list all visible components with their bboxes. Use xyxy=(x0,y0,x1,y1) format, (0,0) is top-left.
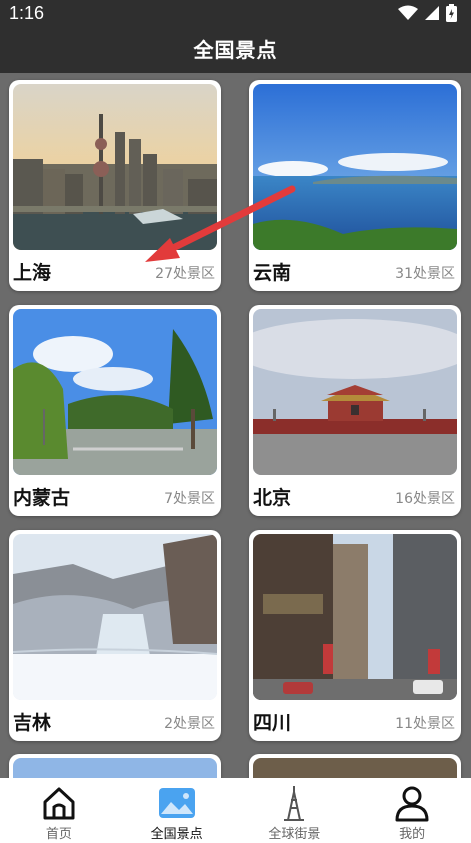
nav-label: 全球街景 xyxy=(268,827,321,842)
nav-global-street-view[interactable]: 全球街景 xyxy=(236,778,354,843)
bottom-nav: 首页 全国景点 全球街景 我的 xyxy=(0,778,471,843)
tower-icon xyxy=(284,786,305,821)
region-image-partial xyxy=(253,758,457,778)
home-icon xyxy=(43,787,75,820)
region-card-partial[interactable] xyxy=(9,754,221,778)
status-icons xyxy=(398,4,457,22)
region-image-shanghai xyxy=(13,84,217,250)
region-image-partial xyxy=(13,758,217,778)
region-card-jilin[interactable]: 吉林 2处景区 xyxy=(9,530,221,741)
region-count: 31处景区 xyxy=(395,266,455,282)
region-count: 7处景区 xyxy=(164,491,215,507)
region-grid[interactable]: 上海 27处景区 云南 31处景区 内蒙古 7处景区 北京 16处景区 吉林 2… xyxy=(0,73,471,778)
region-name: 四川 xyxy=(253,712,292,734)
status-time: 1:16 xyxy=(9,3,45,23)
nav-mine[interactable]: 我的 xyxy=(353,778,471,843)
region-count: 27处景区 xyxy=(155,266,215,282)
nav-label: 首页 xyxy=(45,827,72,842)
region-name: 云南 xyxy=(253,262,292,284)
region-card-inner-mongolia[interactable]: 内蒙古 7处景区 xyxy=(9,305,221,516)
region-card-shanghai[interactable]: 上海 27处景区 xyxy=(9,80,221,291)
app-bar: 全国景点 xyxy=(0,28,471,73)
nav-scenic-spots[interactable]: 全国景点 xyxy=(118,778,236,843)
region-card-yunnan[interactable]: 云南 31处景区 xyxy=(249,80,461,291)
region-image-jilin xyxy=(13,534,217,700)
region-name: 内蒙古 xyxy=(13,487,71,509)
nav-home[interactable]: 首页 xyxy=(0,778,118,843)
wifi-icon xyxy=(398,5,418,20)
region-image-inner-mongolia xyxy=(13,309,217,475)
region-count: 2处景区 xyxy=(164,716,215,732)
region-name: 上海 xyxy=(13,262,52,284)
region-count: 11处景区 xyxy=(395,716,455,732)
status-bar: 1:16 xyxy=(0,0,471,28)
region-card-sichuan[interactable]: 四川 11处景区 xyxy=(249,530,461,741)
signal-icon xyxy=(425,6,439,20)
region-card-partial[interactable] xyxy=(249,754,461,778)
region-image-yunnan xyxy=(253,84,457,250)
region-name: 吉林 xyxy=(13,712,52,734)
picture-icon xyxy=(158,788,195,818)
region-name: 北京 xyxy=(253,487,292,509)
nav-label: 全国景点 xyxy=(150,827,203,842)
battery-icon xyxy=(446,4,457,22)
nav-label: 我的 xyxy=(399,827,426,842)
region-image-sichuan xyxy=(253,534,457,700)
user-icon xyxy=(395,786,429,822)
region-card-beijing[interactable]: 北京 16处景区 xyxy=(249,305,461,516)
page-title: 全国景点 xyxy=(193,38,278,62)
region-image-beijing xyxy=(253,309,457,475)
region-count: 16处景区 xyxy=(395,491,455,507)
